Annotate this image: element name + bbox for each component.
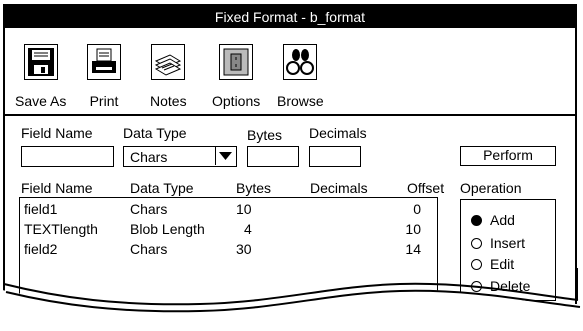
- radio-add-label: Add: [490, 212, 515, 228]
- field-name-input[interactable]: [21, 146, 114, 167]
- col-header-field-name: Field Name: [21, 180, 93, 196]
- options-label: Options: [212, 93, 261, 109]
- bytes-input[interactable]: [247, 146, 299, 167]
- cell-bytes: 10: [236, 201, 252, 217]
- col-header-offset: Offset: [407, 180, 445, 196]
- browse-button[interactable]: Browse: [277, 44, 324, 109]
- fixed-format-window: Fixed Format - b_format Save As Print No…: [3, 4, 577, 307]
- col-header-bytes: Bytes: [236, 180, 272, 196]
- window-title: Fixed Format - b_format: [5, 6, 575, 28]
- cell-field-name: field1: [24, 201, 58, 217]
- radio-insert-label: Insert: [490, 235, 526, 251]
- torn-edge-decoration: [0, 268, 583, 331]
- table-row[interactable]: TEXTlength Blob Length 4 10: [20, 221, 437, 241]
- browse-label: Browse: [277, 93, 324, 109]
- table-row[interactable]: field2 Chars 30 14: [20, 241, 437, 261]
- save-as-button[interactable]: Save As: [15, 44, 66, 109]
- binoculars-icon: [283, 44, 318, 80]
- cell-offset: 14: [405, 241, 421, 257]
- table-row[interactable]: field1 Chars 10 0: [20, 201, 437, 221]
- perform-button[interactable]: Perform: [460, 146, 556, 166]
- decimals-input[interactable]: [309, 146, 361, 167]
- chevron-down-icon: [219, 152, 232, 160]
- printer-icon: [87, 44, 121, 80]
- cell-data-type: Chars: [130, 241, 168, 257]
- notes-icon: [151, 44, 186, 80]
- bytes-label: Bytes: [247, 127, 283, 143]
- data-type-label: Data Type: [123, 125, 187, 141]
- radio-unselected-icon: [471, 238, 482, 249]
- operation-label: Operation: [460, 180, 522, 196]
- data-type-value: Chars: [130, 149, 168, 165]
- radio-selected-icon: [471, 215, 482, 226]
- col-header-data-type: Data Type: [130, 180, 194, 196]
- cell-field-name: TEXTlength: [24, 221, 98, 237]
- cell-bytes: 4: [244, 221, 252, 237]
- options-button[interactable]: Options: [212, 44, 260, 109]
- dropdown-arrow-button[interactable]: [215, 147, 236, 165]
- floppy-disk-icon: [23, 44, 58, 80]
- toolbar-divider: [5, 114, 575, 116]
- perform-label: Perform: [483, 147, 533, 163]
- data-type-select[interactable]: Chars: [123, 146, 237, 167]
- options-icon: [219, 44, 254, 80]
- cell-bytes: 30: [236, 241, 252, 257]
- col-header-decimals: Decimals: [310, 180, 368, 196]
- cell-offset: 10: [405, 221, 421, 237]
- print-button[interactable]: Print: [87, 44, 121, 109]
- cell-data-type: Chars: [130, 201, 168, 217]
- notes-label: Notes: [150, 93, 187, 109]
- decimals-label: Decimals: [309, 125, 367, 141]
- save-as-label: Save As: [15, 93, 67, 109]
- print-label: Print: [89, 93, 119, 109]
- cell-data-type: Blob Length: [130, 221, 205, 237]
- notes-button[interactable]: Notes: [150, 44, 187, 109]
- cell-offset: 0: [413, 201, 421, 217]
- field-name-label: Field Name: [21, 125, 93, 141]
- cell-field-name: field2: [24, 241, 58, 257]
